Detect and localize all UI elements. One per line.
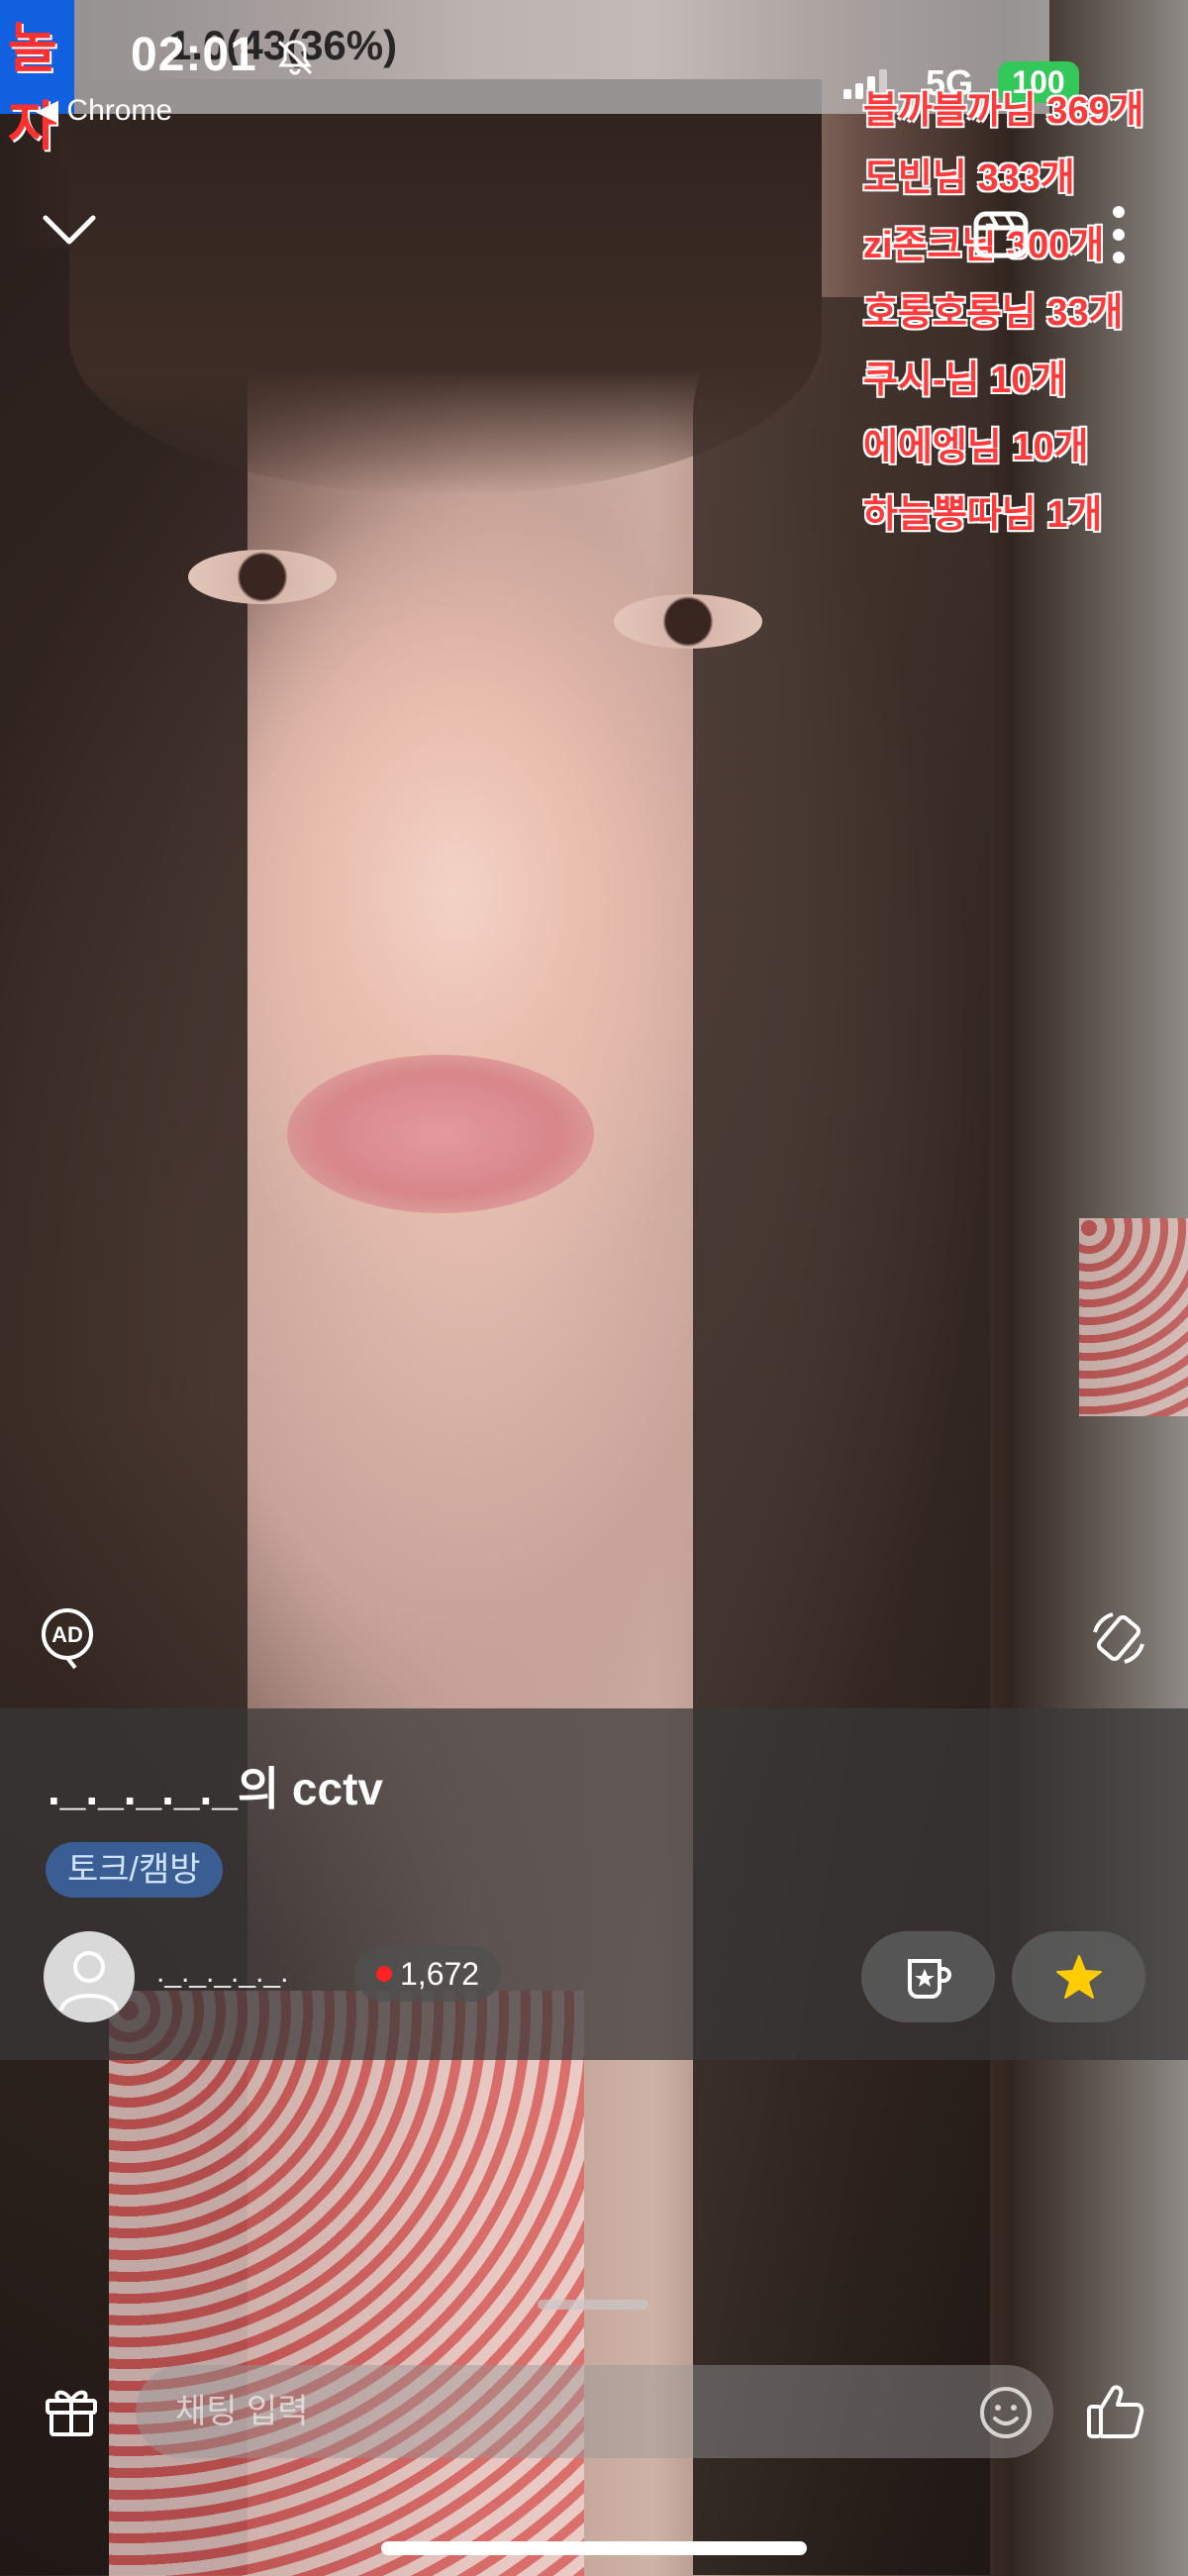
- svg-text:AD: AD: [51, 1622, 83, 1647]
- clapperboard-icon[interactable]: [972, 204, 1030, 261]
- subscribe-button[interactable]: [861, 1931, 995, 2022]
- ad-icon[interactable]: AD: [40, 1606, 99, 1670]
- video-content: [69, 79, 822, 495]
- chat-input[interactable]: [136, 2365, 1053, 2458]
- back-to-app-link[interactable]: ◀ Chrome: [36, 93, 172, 128]
- status-time: 02:01: [131, 29, 257, 81]
- logo-text: 놀자: [8, 19, 57, 156]
- star-icon: [1056, 1955, 1102, 1999]
- viewer-count: 1,672: [400, 1956, 480, 1992]
- viewer-count-badge: 1,672: [354, 1946, 502, 2002]
- emoji-icon[interactable]: [978, 2385, 1034, 2440]
- category-tag[interactable]: 토크/캠방: [46, 1842, 223, 1898]
- video-content: [109, 1991, 584, 2576]
- avatar[interactable]: [44, 1931, 135, 2022]
- gift-icon[interactable]: [44, 2383, 99, 2438]
- home-indicator[interactable]: [381, 2541, 807, 2555]
- ranking-item: 도빈님 333개: [863, 157, 1075, 199]
- ranking-item: 하늘뽕따님 1개: [863, 494, 1103, 536]
- ranking-item: 호롱호롱님 33개: [863, 292, 1124, 334]
- live-dot-icon: [376, 1966, 392, 1982]
- more-vertical-icon[interactable]: [1109, 204, 1129, 265]
- video-content: [188, 550, 337, 604]
- stream-info-panel: ._._._._._의 cctv 토크/캠방 ._._._._._. 1,672: [0, 1708, 1188, 2060]
- cup-star-icon: [908, 1959, 951, 1999]
- ranking-item: 에에엥님 10개: [863, 427, 1089, 468]
- thumbs-up-icon[interactable]: [1085, 2381, 1146, 2442]
- video-content: [1079, 1218, 1188, 1416]
- video-content: [614, 594, 762, 649]
- favorite-button[interactable]: [1012, 1931, 1145, 2022]
- drag-handle[interactable]: [538, 2300, 648, 2310]
- bell-slash-icon: [275, 38, 315, 77]
- user-icon: [59, 1951, 119, 2011]
- chevron-down-icon[interactable]: [40, 210, 99, 250]
- ranking-item: 쿠시-님 10개: [863, 360, 1067, 401]
- video-content: [287, 1055, 594, 1213]
- ranking-item: 블까블까님 369개: [863, 90, 1144, 132]
- rotate-screen-icon[interactable]: [1087, 1606, 1150, 1670]
- donation-ranking: 블까블까님 369개 도빈님 333개 zi존크님 300개 호롱호롱님 33개…: [863, 77, 1188, 549]
- streamer-name[interactable]: ._._._._._.: [156, 1956, 288, 1990]
- stream-title: ._._._._._의 cctv: [48, 1763, 383, 1814]
